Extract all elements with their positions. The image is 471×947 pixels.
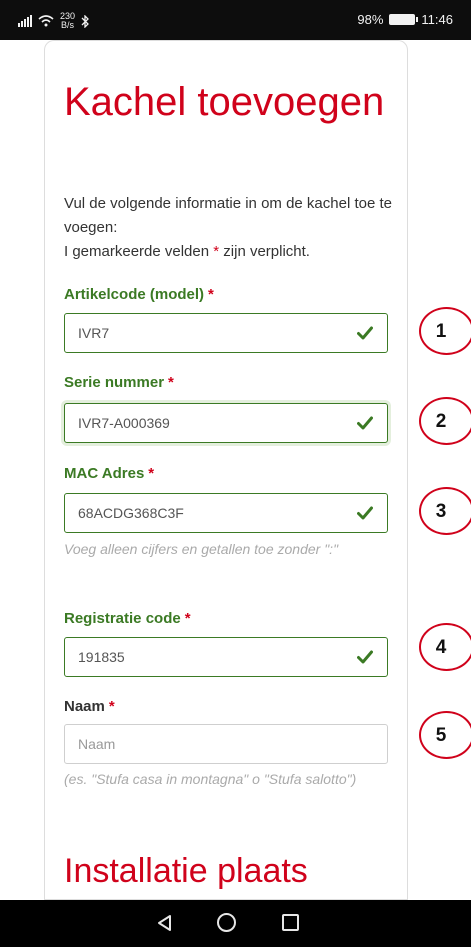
naam-hint: (es. "Stufa casa in montagna" o "Stufa s… [64, 771, 357, 787]
label-naam: Naam * [64, 698, 115, 715]
label-serienummer: Serie nummer * [64, 374, 174, 391]
naam-placeholder: Naam [78, 736, 116, 752]
naam-input[interactable]: Naam [64, 724, 388, 764]
navigation-bar [0, 900, 471, 947]
intro-line-1: Vul de volgende informatie in om de kach… [64, 195, 392, 236]
battery-icon [389, 14, 419, 25]
check-icon [357, 416, 373, 430]
card-top-edge [44, 40, 408, 52]
bluetooth-icon [81, 14, 89, 28]
mac-adres-hint: Voeg alleen cijfers en getallen toe zond… [64, 541, 339, 557]
back-triangle-icon[interactable] [156, 914, 174, 932]
check-icon [357, 326, 373, 340]
annotation-badge-4: 4 [419, 623, 471, 671]
intro-line-2-pre: I gemarkeerde velden [64, 243, 214, 260]
check-icon [357, 650, 373, 664]
status-left: 230 B/s [18, 12, 90, 30]
check-icon [357, 506, 373, 520]
page-title: Kachel toevoegen [64, 80, 385, 124]
artikelcode-value: IVR7 [78, 325, 110, 341]
label-mac-adres: MAC Adres * [64, 465, 155, 482]
recent-square-icon[interactable] [282, 914, 299, 931]
annotation-badge-2: 2 [419, 397, 471, 445]
status-right: 98% 11:46 [357, 12, 453, 27]
battery-percent: 98% [357, 12, 384, 27]
clock: 11:46 [421, 12, 453, 27]
network-speed: 230 B/s [60, 11, 76, 30]
annotation-badge-1: 1 [419, 307, 471, 355]
status-bar: 230 B/s 98% 11:46 [0, 0, 471, 40]
serienummer-value: IVR7-A000369 [78, 415, 170, 431]
signal-icon [18, 15, 32, 27]
registratie-code-input[interactable]: 191835 [64, 637, 388, 677]
registratie-code-value: 191835 [78, 649, 125, 665]
intro-line-2-post: zijn verplicht. [219, 243, 310, 260]
mac-adres-input[interactable]: 68ACDG368C3F [64, 493, 388, 533]
label-artikelcode: Artikelcode (model) * [64, 286, 214, 303]
mac-adres-value: 68ACDG368C3F [78, 505, 184, 521]
artikelcode-input[interactable]: IVR7 [64, 313, 388, 353]
serienummer-input[interactable]: IVR7-A000369 [64, 403, 388, 443]
annotation-badge-3: 3 [419, 487, 471, 535]
wifi-icon [38, 15, 54, 27]
annotation-badge-5: 5 [419, 711, 471, 759]
home-circle-icon[interactable] [217, 913, 236, 932]
label-registratie-code: Registratie code * [64, 610, 191, 627]
intro-text: Vul de volgende informatie in om de kach… [64, 192, 394, 264]
section-title: Installatie plaats [64, 852, 308, 890]
